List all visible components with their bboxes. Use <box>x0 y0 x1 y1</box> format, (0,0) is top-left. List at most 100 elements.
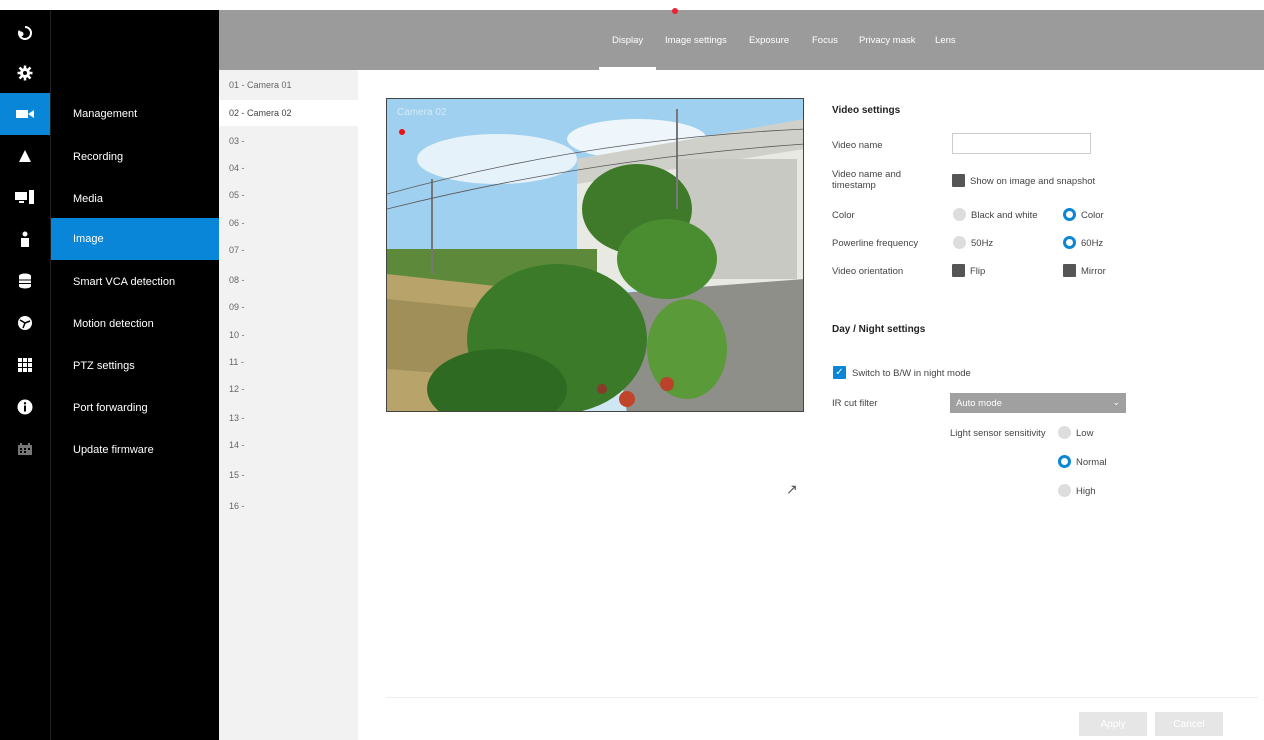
sensitivity-high-radio[interactable] <box>1058 484 1071 497</box>
sidebar-item-smart-vca-detection[interactable]: Smart VCA detection <box>51 261 220 303</box>
video-settings-heading: Video settings <box>832 105 901 116</box>
camera-preview[interactable]: Camera 02 <box>386 98 804 412</box>
light-sensor-label: Light sensor sensitivity <box>950 428 1046 439</box>
list-item[interactable]: 04 - <box>219 155 358 181</box>
list-item[interactable]: 16 - <box>219 493 358 519</box>
tab-display[interactable]: Display <box>598 10 657 70</box>
show-timestamp-label: Show on image and snapshot <box>970 176 1096 187</box>
mouse-cursor-icon: ↗ <box>786 481 798 497</box>
show-timestamp-checkbox[interactable] <box>952 174 965 187</box>
network-icon[interactable] <box>0 304 50 342</box>
tab-bar: Display Image settings Exposure Focus Pr… <box>219 10 1264 70</box>
sidebar-item-label: PTZ settings <box>73 360 135 372</box>
mirror-checkbox[interactable] <box>1063 264 1076 277</box>
sensitivity-high-label: High <box>1076 486 1096 497</box>
top-strip <box>0 0 1264 10</box>
apps-grid-icon[interactable] <box>0 346 50 384</box>
powerline-60hz-radio[interactable] <box>1063 236 1076 249</box>
video-camera-icon[interactable] <box>0 93 50 135</box>
camera-list: 01 - Camera 01 02 - Camera 02 03 - 04 - … <box>219 70 358 740</box>
color-bw-radio[interactable] <box>953 208 966 221</box>
night-mode-checkbox[interactable]: ✓ <box>833 366 846 379</box>
orientation-label: Video orientation <box>832 266 904 277</box>
list-item[interactable]: 13 - <box>219 405 358 431</box>
sensitivity-normal-label: Normal <box>1076 457 1107 468</box>
list-item[interactable]: 11 - <box>219 349 358 375</box>
sidebar-item-label: Port forwarding <box>73 402 148 414</box>
sidebar-item-motion-detection[interactable]: Motion detection <box>51 303 220 345</box>
info-icon[interactable] <box>0 388 50 426</box>
camera-name-overlay: Camera 02 <box>397 107 447 118</box>
sidebar-item-media[interactable]: Media <box>51 178 220 220</box>
flip-checkbox[interactable] <box>952 264 965 277</box>
list-item[interactable]: 14 - <box>219 432 358 458</box>
tab-privacy-mask[interactable]: Privacy mask <box>859 10 915 70</box>
list-item[interactable]: 06 - <box>219 210 358 236</box>
alert-icon[interactable] <box>0 137 50 175</box>
tab-lens[interactable]: Lens <box>935 10 956 70</box>
notification-dot <box>672 8 678 14</box>
list-item[interactable]: 12 - <box>219 376 358 402</box>
sidebar: Management Recording Media Image Smart V… <box>50 10 220 740</box>
tab-exposure[interactable]: Exposure <box>749 10 789 70</box>
user-icon[interactable] <box>0 220 50 258</box>
list-item[interactable]: 15 - <box>219 462 358 488</box>
timestamp-label: Video name and timestamp <box>832 169 902 191</box>
list-item[interactable]: 02 - Camera 02 <box>219 100 358 126</box>
ir-cut-select[interactable]: Auto mode ⌄ <box>950 393 1126 413</box>
flip-label: Flip <box>970 266 986 277</box>
color-color-radio[interactable] <box>1063 208 1076 221</box>
color-label: Color <box>832 210 855 221</box>
color-color-label: Color <box>1081 210 1104 221</box>
list-item[interactable]: 03 - <box>219 128 358 154</box>
powerline-50hz-radio[interactable] <box>953 236 966 249</box>
sidebar-item-label: Image <box>73 233 104 245</box>
sidebar-item-management[interactable]: Management <box>51 93 220 135</box>
sidebar-item-label: Motion detection <box>73 318 154 330</box>
sensitivity-low-label: Low <box>1076 428 1094 439</box>
footer-divider <box>386 697 1258 698</box>
ir-cut-value: Auto mode <box>956 397 1002 409</box>
gear-icon[interactable] <box>0 54 50 92</box>
camera-scene-image <box>387 99 803 411</box>
list-item[interactable]: 10 - <box>219 322 358 348</box>
sidebar-item-image[interactable]: Image <box>51 218 220 260</box>
sidebar-item-label: Media <box>73 193 103 205</box>
powerline-60hz-label: 60Hz <box>1081 238 1104 249</box>
sidebar-item-label: Management <box>73 108 138 120</box>
tab-image-settings[interactable]: Image settings <box>665 10 727 70</box>
database-icon[interactable] <box>0 262 50 300</box>
logout-icon[interactable] <box>0 14 50 52</box>
day-night-heading: Day / Night settings <box>832 324 926 335</box>
sidebar-item-port-forwarding[interactable]: Port forwarding <box>51 387 220 429</box>
sidebar-item-label: Smart VCA detection <box>73 276 176 288</box>
mirror-label: Mirror <box>1081 266 1106 277</box>
devices-icon[interactable] <box>0 178 50 216</box>
icon-rail <box>0 10 50 740</box>
list-item[interactable]: 05 - <box>219 182 358 208</box>
list-item[interactable]: 08 - <box>219 267 358 293</box>
sidebar-item-recording[interactable]: Recording <box>51 136 220 178</box>
video-name-input[interactable] <box>952 133 1091 154</box>
recording-indicator <box>399 129 405 135</box>
chevron-down-icon: ⌄ <box>1112 397 1120 407</box>
sidebar-item-label: Update firmware <box>73 444 154 456</box>
tab-focus[interactable]: Focus <box>812 10 838 70</box>
cancel-button[interactable]: Cancel <box>1155 712 1223 736</box>
color-bw-label: Black and white <box>971 210 1038 221</box>
apply-button[interactable]: Apply <box>1079 712 1147 736</box>
calendar-icon[interactable] <box>0 430 50 468</box>
sensitivity-low-radio[interactable] <box>1058 426 1071 439</box>
powerline-label: Powerline frequency <box>832 238 919 249</box>
ir-cut-label: IR cut filter <box>832 398 878 409</box>
sidebar-item-update-firmware[interactable]: Update firmware <box>51 429 220 471</box>
night-mode-label: Switch to B/W in night mode <box>852 368 971 379</box>
sidebar-item-ptz-settings[interactable]: PTZ settings <box>51 345 220 387</box>
list-item[interactable]: 07 - <box>219 237 358 263</box>
list-item[interactable]: 01 - Camera 01 <box>219 72 358 98</box>
video-name-label: Video name <box>832 140 883 151</box>
sensitivity-normal-radio[interactable] <box>1058 455 1071 468</box>
powerline-50hz-label: 50Hz <box>971 238 994 249</box>
sidebar-item-label: Recording <box>73 151 124 163</box>
list-item[interactable]: 09 - <box>219 294 358 320</box>
